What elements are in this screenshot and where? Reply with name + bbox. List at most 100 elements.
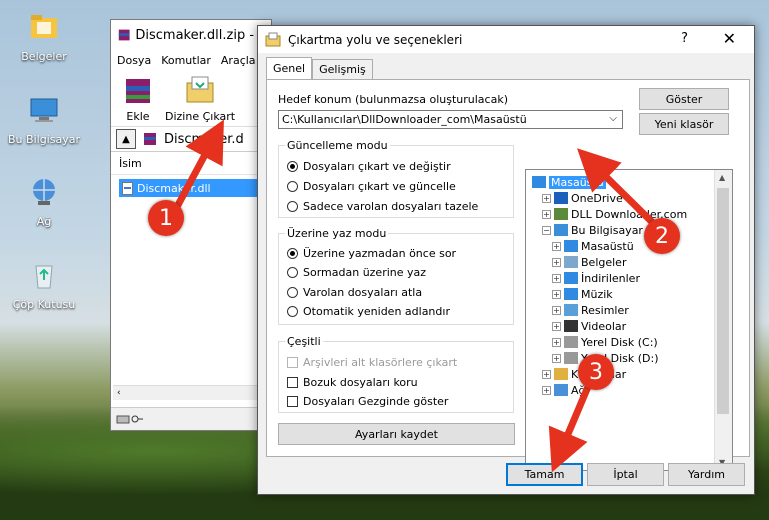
- downloads-icon: [564, 272, 578, 284]
- horizontal-scrollbar[interactable]: ‹: [113, 385, 267, 400]
- dialog-app-icon: [265, 32, 281, 47]
- radio-button[interactable]: [287, 287, 298, 298]
- tree-item[interactable]: + Ağ: [542, 382, 586, 398]
- step-marker-2: 2: [644, 218, 680, 254]
- add-button[interactable]: Ekle: [121, 73, 155, 126]
- checkbox-keep-broken[interactable]: Bozuk dosyaları koru: [287, 376, 418, 389]
- ok-button[interactable]: Tamam: [506, 463, 583, 486]
- desktop-icon-label: Bu Bilgisayar: [8, 133, 80, 146]
- radio-skip-existing[interactable]: Varolan dosyaları atla: [287, 286, 422, 299]
- destination-path-combo[interactable]: C:\Kullanıcılar\DllDownloader_com\Masaüs…: [278, 110, 623, 129]
- menu-tools[interactable]: Araçla: [221, 54, 256, 67]
- expand-icon[interactable]: +: [552, 353, 561, 363]
- radio-extract-replace[interactable]: Dosyaları çıkart ve değiştir: [287, 160, 451, 173]
- help-icon[interactable]: ?: [681, 31, 688, 46]
- dll-file-icon: [122, 181, 133, 195]
- desktop-icon-recycle-bin[interactable]: Çöp Kutusu: [4, 258, 84, 311]
- radio-ask-before-overwrite[interactable]: Üzerine yazmadan önce sor: [287, 247, 456, 260]
- expand-icon[interactable]: +: [552, 257, 561, 267]
- radio-rename-automatically[interactable]: Otomatik yeniden adlandır: [287, 305, 450, 318]
- scrollbar-thumb[interactable]: [717, 188, 729, 414]
- expand-icon[interactable]: +: [552, 337, 561, 347]
- folder-tree[interactable]: Masaüstü + OneDrive + DLL Downloader.com − Bu …: [525, 169, 733, 471]
- radio-overwrite-without-prompt[interactable]: Sormadan üzerine yaz: [287, 266, 426, 279]
- desktop-icon-this-pc[interactable]: Bu Bilgisayar: [4, 93, 84, 146]
- new-folder-button[interactable]: Yeni klasör: [639, 113, 729, 135]
- radio-button[interactable]: [287, 181, 298, 192]
- radio-freshen-existing[interactable]: Sadece varolan dosyaları tazele: [287, 200, 478, 213]
- winrar-window[interactable]: Discmaker.dll.zip - W Dosya Komutlar Ara…: [110, 19, 274, 431]
- checkbox-show-in-explorer[interactable]: Dosyaları Gezginde göster: [287, 395, 448, 408]
- checkbox[interactable]: [287, 396, 298, 407]
- expand-icon[interactable]: +: [542, 369, 551, 379]
- expand-icon[interactable]: +: [552, 305, 561, 315]
- tab-advanced[interactable]: Gelişmiş: [312, 59, 373, 79]
- desktop-folder-icon: [564, 240, 578, 252]
- cancel-button[interactable]: İptal: [587, 463, 664, 486]
- dialog-title-bar[interactable]: Çıkartma yolu ve seçenekleri ? ✕: [258, 26, 754, 53]
- winrar-title-bar[interactable]: Discmaker.dll.zip - W: [111, 20, 271, 50]
- winrar-status-bar: [111, 407, 274, 430]
- collapse-icon[interactable]: −: [542, 225, 551, 235]
- desktop-icon-network[interactable]: Ağ: [4, 175, 84, 228]
- expand-icon[interactable]: +: [542, 193, 551, 203]
- help-button[interactable]: Yardım: [668, 463, 745, 486]
- tab-general[interactable]: Genel: [266, 57, 313, 79]
- checkbox[interactable]: [287, 377, 298, 388]
- tree-item[interactable]: + OneDrive: [542, 190, 623, 206]
- overwrite-mode-group: Üzerine yaz modu Üzerine yazmadan önce s…: [278, 227, 514, 325]
- tree-item[interactable]: + Belgeler: [552, 254, 626, 270]
- tree-vertical-scrollbar[interactable]: ▲ ▼: [714, 170, 732, 470]
- address-path[interactable]: Discmaker.d: [164, 132, 244, 147]
- update-mode-title: Güncelleme modu: [285, 139, 390, 152]
- recycle-bin-icon: [35, 265, 53, 289]
- step-marker-1: 1: [148, 200, 184, 236]
- expand-icon[interactable]: +: [542, 385, 551, 395]
- documents-icon: [564, 256, 578, 268]
- file-row[interactable]: Discmaker.dll: [119, 179, 271, 197]
- menu-commands[interactable]: Komutlar: [161, 54, 211, 67]
- extraction-dialog[interactable]: Çıkartma yolu ve seçenekleri ? ✕ Genel G…: [257, 25, 755, 495]
- chevron-down-icon[interactable]: ⌵: [609, 113, 617, 124]
- radio-extract-update[interactable]: Dosyaları çıkart ve güncelle: [287, 180, 456, 193]
- show-button[interactable]: Göster: [639, 88, 729, 110]
- tree-item[interactable]: + Yerel Disk (C:): [552, 334, 658, 350]
- tree-item[interactable]: + Resimler: [552, 302, 629, 318]
- desktop-icon-documents[interactable]: Belgeler: [4, 10, 84, 63]
- tree-item[interactable]: Masaüstü: [532, 174, 606, 190]
- column-header-name[interactable]: İsim: [111, 152, 271, 175]
- close-icon[interactable]: ✕: [723, 29, 736, 48]
- tree-item-label: Masaüstü: [549, 175, 606, 189]
- expand-icon[interactable]: +: [542, 209, 551, 219]
- tree-item[interactable]: + İndirilenler: [552, 270, 640, 286]
- extract-to-button[interactable]: Dizine Çıkart: [165, 73, 235, 126]
- radio-button[interactable]: [287, 161, 298, 172]
- expand-icon[interactable]: +: [552, 321, 561, 331]
- music-icon: [564, 288, 578, 300]
- scroll-up-icon[interactable]: ▲: [719, 173, 725, 182]
- network-icon: [554, 384, 568, 396]
- radio-button[interactable]: [287, 248, 298, 259]
- tree-item[interactable]: − Bu Bilgisayar: [542, 222, 643, 238]
- option-label: Dosyaları çıkart ve değiştir: [303, 160, 451, 173]
- computer-icon: [554, 224, 568, 236]
- option-label: Dosyaları Gezginde göster: [303, 395, 449, 408]
- onedrive-icon: [554, 192, 568, 204]
- menu-file[interactable]: Dosya: [117, 54, 151, 67]
- extract-to-label: Dizine Çıkart: [165, 110, 236, 123]
- drive-key-icon: [116, 415, 143, 424]
- expand-icon[interactable]: +: [552, 241, 561, 251]
- tree-item-label: Resimler: [581, 303, 629, 317]
- desktop-icon-label: Çöp Kutusu: [12, 298, 76, 311]
- tree-item[interactable]: + Müzik: [552, 286, 613, 302]
- expand-icon[interactable]: +: [552, 289, 561, 299]
- tree-item[interactable]: + Videolar: [552, 318, 626, 334]
- checkbox: [287, 357, 298, 368]
- radio-button[interactable]: [287, 267, 298, 278]
- up-folder-button[interactable]: ▲: [116, 129, 136, 149]
- radio-button[interactable]: [287, 201, 298, 212]
- expand-icon[interactable]: +: [552, 273, 561, 283]
- save-settings-button[interactable]: Ayarları kaydet: [278, 423, 515, 445]
- radio-button[interactable]: [287, 306, 298, 317]
- tree-item[interactable]: + Masaüstü: [552, 238, 634, 254]
